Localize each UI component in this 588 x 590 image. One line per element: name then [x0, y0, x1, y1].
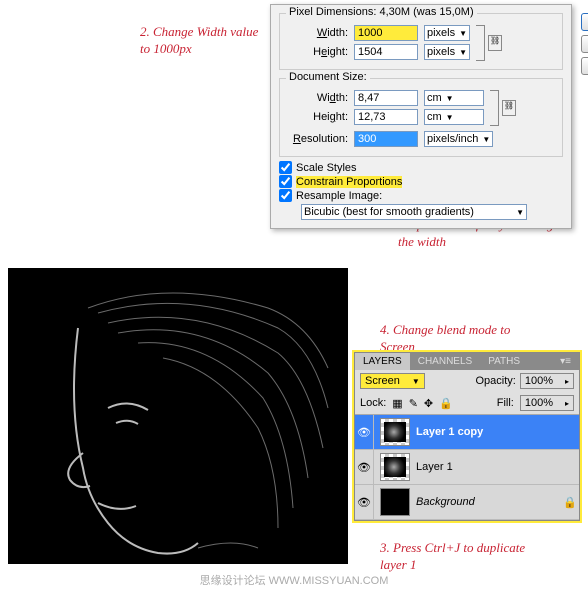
- layer-thumbnail: [380, 453, 410, 481]
- px-width-input[interactable]: [354, 25, 418, 41]
- chevron-down-icon: ▼: [446, 113, 454, 122]
- px-height-input[interactable]: [354, 44, 418, 60]
- ok-button[interactable]: OK: [581, 13, 588, 31]
- resolution-label: Resolution:: [286, 133, 348, 145]
- chevron-down-icon: ▼: [516, 208, 524, 217]
- lock-icon: 🔒: [561, 496, 579, 509]
- layer-thumbnail: [380, 488, 410, 516]
- resolution-input[interactable]: [354, 131, 418, 147]
- resolution-unit[interactable]: pixels/inch▼: [424, 131, 493, 147]
- chevron-down-icon: ▼: [446, 94, 454, 103]
- doc-height-label: Height:: [286, 111, 348, 123]
- document-size-title: Document Size:: [286, 71, 370, 83]
- chevron-down-icon: ▼: [412, 377, 420, 386]
- layer-row[interactable]: 👁 Layer 1: [355, 450, 579, 485]
- opacity-label: Opacity:: [475, 375, 515, 387]
- tab-paths[interactable]: PATHS: [480, 353, 528, 370]
- tab-channels[interactable]: CHANNELS: [410, 353, 480, 370]
- chevron-down-icon: ▼: [482, 135, 490, 144]
- resample-image-checkbox[interactable]: Resample Image:: [279, 189, 563, 202]
- auto-button[interactable]: Auto...: [581, 57, 588, 75]
- doc-width-input[interactable]: [354, 90, 418, 106]
- blend-mode-select[interactable]: Screen▼: [360, 373, 425, 389]
- annotation-4: 4. Change blend mode to Screen: [380, 322, 540, 356]
- doc-width-label: Width:: [286, 92, 348, 104]
- doc-height-input[interactable]: [354, 109, 418, 125]
- chain-icon: ⛓: [502, 100, 516, 116]
- px-height-label: Height:: [286, 46, 348, 58]
- chevron-right-icon: ▸: [565, 377, 569, 386]
- document-size-group: Document Size: Width: cm▼ Height: cm▼ ⛓ …: [279, 78, 563, 157]
- layer-name[interactable]: Background: [416, 496, 561, 508]
- lock-all-icon[interactable]: 🔒: [439, 397, 453, 410]
- resample-method-select[interactable]: Bicubic (best for smooth gradients)▼: [301, 204, 527, 220]
- layers-panel: LAYERS CHANNELS PATHS ▾≡ Screen▼ Opacity…: [354, 352, 580, 521]
- tab-layers[interactable]: LAYERS: [355, 353, 410, 370]
- link-bracket-icon: ⛓: [476, 25, 485, 61]
- chain-icon: ⛓: [488, 35, 502, 51]
- fill-label: Fill:: [497, 397, 514, 409]
- chevron-right-icon: ▸: [565, 399, 569, 408]
- lock-brush-icon[interactable]: ✎: [409, 397, 418, 410]
- layer-name[interactable]: Layer 1 copy: [416, 426, 579, 438]
- link-bracket-icon: ⛓: [490, 90, 499, 126]
- annotation-2: 2. Change Width value to 1000px: [140, 24, 260, 58]
- lock-move-icon[interactable]: ✥: [424, 397, 433, 410]
- px-width-label: Width:: [286, 27, 348, 39]
- chevron-down-icon: ▼: [459, 48, 467, 57]
- layer-thumbnail: [380, 418, 410, 446]
- doc-width-unit[interactable]: cm▼: [424, 90, 484, 106]
- px-width-unit[interactable]: pixels▼: [424, 25, 470, 41]
- pixel-dimensions-group: Pixel Dimensions: 4,30M (was 15,0M) Widt…: [279, 13, 563, 70]
- constrain-proportions-checkbox[interactable]: Constrain Proportions: [279, 175, 563, 188]
- footer-watermark: 思缘设计论坛 WWW.MISSYUAN.COM: [0, 572, 588, 588]
- px-height-unit[interactable]: pixels▼: [424, 44, 470, 60]
- layer-row[interactable]: 👁 Layer 1 copy: [355, 415, 579, 450]
- layer-name[interactable]: Layer 1: [416, 461, 579, 473]
- layer-list: 👁 Layer 1 copy 👁 Layer 1 👁 Background 🔒: [355, 415, 579, 520]
- chevron-down-icon: ▼: [459, 29, 467, 38]
- layer-row[interactable]: 👁 Background 🔒: [355, 485, 579, 520]
- annotation-3: 3. Press Ctrl+J to duplicate layer 1: [380, 540, 540, 574]
- visibility-icon[interactable]: 👁: [355, 450, 374, 484]
- lock-label: Lock:: [360, 397, 386, 409]
- fill-input[interactable]: 100%▸: [520, 395, 574, 411]
- doc-height-unit[interactable]: cm▼: [424, 109, 484, 125]
- image-size-dialog: OK Cancel Auto... Pixel Dimensions: 4,30…: [270, 4, 572, 229]
- dialog-buttons: OK Cancel Auto...: [581, 13, 588, 75]
- scale-styles-checkbox[interactable]: Scale Styles: [279, 161, 563, 174]
- opacity-input[interactable]: 100%▸: [520, 373, 574, 389]
- pixel-dimensions-title: Pixel Dimensions: 4,30M (was 15,0M): [286, 6, 477, 18]
- face-sketch-svg: [8, 268, 348, 564]
- visibility-icon[interactable]: 👁: [355, 415, 374, 449]
- panel-tabs: LAYERS CHANNELS PATHS ▾≡: [355, 353, 579, 370]
- lock-transparency-icon[interactable]: ▦: [392, 397, 402, 410]
- panel-menu-icon[interactable]: ▾≡: [552, 353, 579, 370]
- visibility-icon[interactable]: 👁: [355, 485, 374, 519]
- cancel-button[interactable]: Cancel: [581, 35, 588, 53]
- preview-image: [8, 268, 348, 564]
